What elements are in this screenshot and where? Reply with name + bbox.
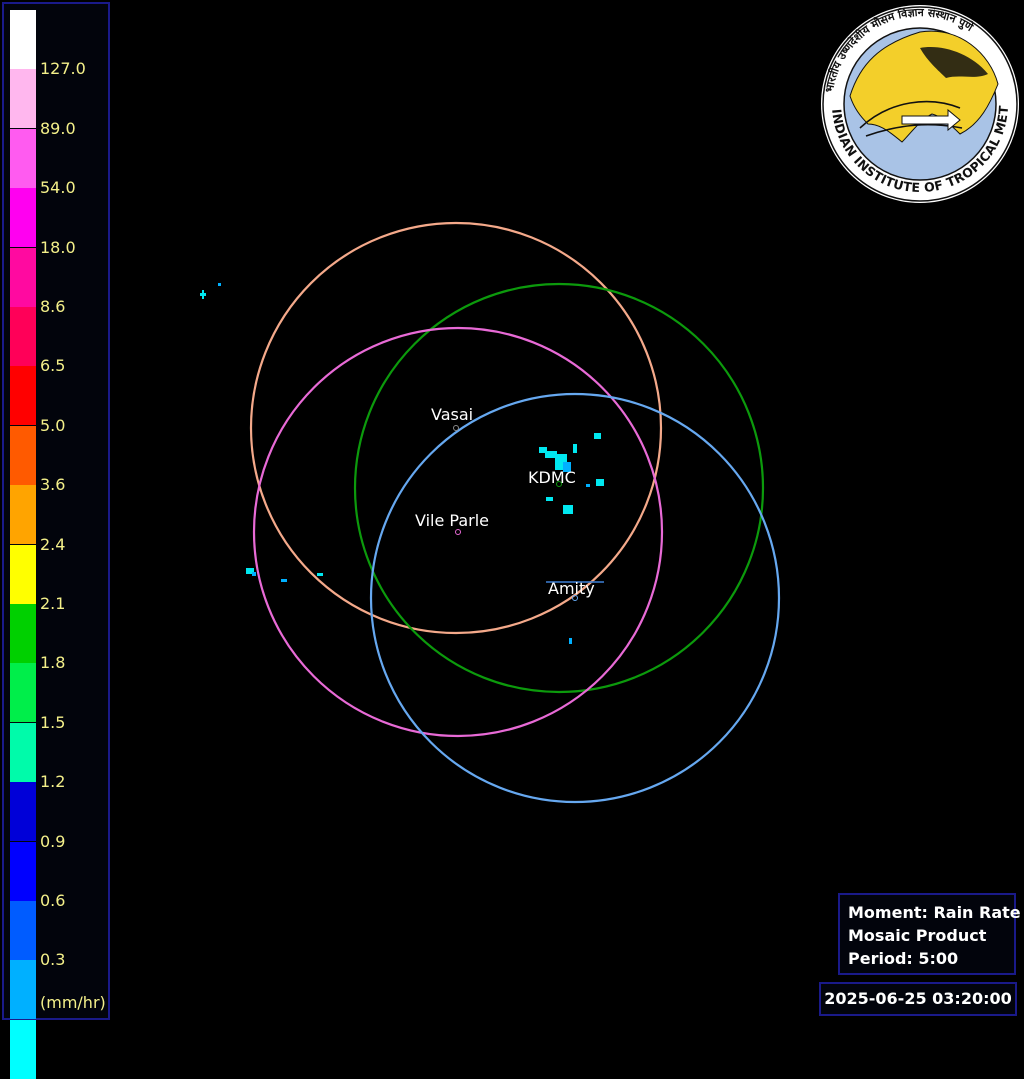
product-info-panel: Moment: Rain Rate Mosaic Product Period:… [838,893,1021,975]
site-marker-vasai [453,425,459,431]
echo-cell [317,573,323,576]
period-label: Period: 5:00 [848,949,959,968]
range-ring-vasai [249,221,663,635]
timestamp-label: 2025-06-25 03:20:00 [819,982,1017,1016]
rain-echoes [200,283,604,644]
range-ring-vile-parle [252,326,664,738]
echo-cell [586,484,590,487]
site-label-vile-parle: Vile Parle [415,511,489,530]
range-ring-kdmc [353,282,765,694]
site-label-amity: Amity [548,579,595,598]
range-ring-amity [369,392,781,804]
site-label-vasai: Vasai [431,405,473,424]
echo-cell [596,479,604,486]
echo-cell [563,505,573,514]
moment-label: Moment: Rain Rate [848,903,1021,922]
echo-cell [202,290,204,299]
echo-cell [281,579,287,582]
site-marker-vile-parle [455,529,461,535]
iitm-logo: INDIAN INSTITUTE OF TROPICAL METEOROLOGY… [820,4,1019,203]
echo-cell [594,433,601,439]
echo-cell [573,444,577,453]
product-label: Mosaic Product [848,926,987,945]
site-label-kdmc: KDMC [528,468,576,487]
echo-cell [218,283,221,286]
echo-cell [546,497,553,501]
legend-swatch [10,1019,36,1079]
echo-cell [569,638,572,644]
echo-cell [252,572,256,576]
